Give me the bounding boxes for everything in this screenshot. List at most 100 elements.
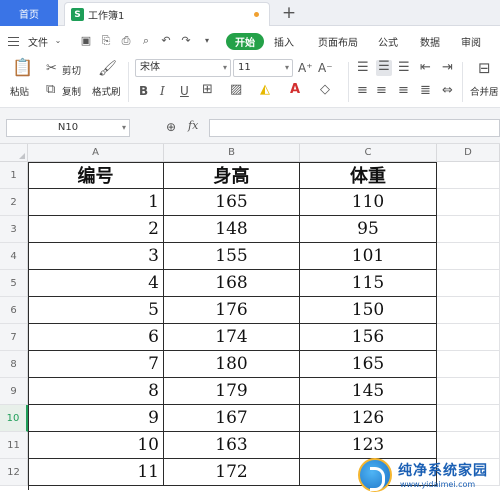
export-icon[interactable]: ⎘ [100, 35, 112, 47]
cell-style-icon[interactable]: ▨ [230, 83, 242, 97]
table-cell[interactable]: 身高 [164, 162, 300, 189]
italic-button[interactable]: I [160, 84, 165, 98]
undo-icon[interactable]: ↶ [160, 35, 172, 47]
table-cell[interactable]: 145 [300, 378, 437, 405]
quick-access-dropdown-icon[interactable]: ▾ [201, 35, 213, 47]
align-top-icon[interactable]: ☰ [357, 61, 369, 75]
table-cell[interactable]: 3 [28, 243, 164, 270]
font-name-select[interactable]: 宋体 ▾ [135, 59, 231, 77]
table-cell[interactable]: 176 [164, 297, 300, 324]
fill-color-icon[interactable]: ◭ [260, 83, 270, 97]
table-cell[interactable]: 155 [164, 243, 300, 270]
menu-review[interactable]: 审阅 [461, 26, 481, 56]
table-cell[interactable]: 8 [28, 378, 164, 405]
table-cell[interactable]: 150 [300, 297, 437, 324]
zoom-icon[interactable]: ⊕ [166, 120, 176, 134]
format-painter-button[interactable]: 格式刷 [92, 84, 121, 98]
table-cell[interactable]: 165 [164, 189, 300, 216]
row-header-11[interactable]: 11 [0, 432, 28, 459]
formula-input[interactable] [209, 119, 500, 137]
save-icon[interactable]: ▣ [80, 35, 92, 47]
row-header-10[interactable]: 10 [0, 405, 28, 432]
column-header-a[interactable]: A [28, 144, 164, 162]
table-cell[interactable]: 156 [300, 324, 437, 351]
font-color-icon[interactable]: A [290, 83, 300, 97]
table-cell[interactable]: 7 [28, 351, 164, 378]
distributed-align-icon[interactable]: ⇔ [442, 84, 453, 98]
align-center-icon[interactable]: ≡ [376, 84, 387, 98]
table-cell[interactable]: 9 [28, 405, 164, 432]
row-header-7[interactable]: 7 [0, 324, 28, 351]
empty-cell[interactable] [437, 378, 500, 405]
empty-cell[interactable] [437, 243, 500, 270]
table-cell[interactable]: 180 [164, 351, 300, 378]
table-cell[interactable]: 110 [300, 189, 437, 216]
column-header-b[interactable]: B [164, 144, 300, 162]
table-cell[interactable]: 10 [28, 432, 164, 459]
table-cell[interactable]: 体重 [300, 162, 437, 189]
table-cell[interactable]: 95 [300, 216, 437, 243]
table-cell[interactable]: 148 [164, 216, 300, 243]
table-cell[interactable]: 1 [28, 189, 164, 216]
font-grow-icon[interactable]: A⁺ [298, 61, 313, 75]
justify-icon[interactable]: ≣ [420, 84, 431, 98]
menu-file[interactable]: 文件 [28, 26, 48, 56]
empty-cell[interactable] [437, 324, 500, 351]
empty-cell[interactable] [437, 162, 500, 189]
font-shrink-icon[interactable]: A⁻ [318, 61, 333, 75]
column-header-c[interactable]: C [300, 144, 437, 162]
row-header-8[interactable]: 8 [0, 351, 28, 378]
font-size-select[interactable]: 11 ▾ [233, 59, 293, 77]
align-bottom-icon[interactable]: ☰ [398, 61, 410, 75]
row-header-9[interactable]: 9 [0, 378, 28, 405]
tab-home[interactable]: 首页 [0, 0, 58, 26]
hamburger-menu-icon[interactable] [8, 37, 19, 46]
align-right-icon[interactable]: ≡ [398, 84, 409, 98]
print-icon[interactable]: ⎙ [120, 35, 132, 47]
row-header-5[interactable]: 5 [0, 270, 28, 297]
paste-icon[interactable]: 📋 [12, 60, 33, 77]
chevron-down-icon[interactable]: ⌄ [52, 35, 64, 47]
row-header-1[interactable]: 1 [0, 162, 28, 189]
table-cell[interactable]: 167 [164, 405, 300, 432]
table-cell[interactable]: 179 [164, 378, 300, 405]
copy-icon[interactable]: ⧉ [46, 83, 55, 97]
tab-workbook[interactable]: S 工作簿1 [64, 2, 270, 26]
table-cell[interactable]: 126 [300, 405, 437, 432]
table-cell[interactable]: 11 [28, 459, 164, 486]
table-cell[interactable]: 4 [28, 270, 164, 297]
indent-increase-icon[interactable]: ⇥ [442, 61, 453, 75]
table-cell[interactable]: 115 [300, 270, 437, 297]
row-header-12[interactable]: 12 [0, 459, 28, 486]
align-left-icon[interactable]: ≡ [357, 84, 368, 98]
spreadsheet-grid[interactable]: A B C D 1 编号 身高 体重 2 1 165 110 3 2 148 95 4 3 155 101 5 4 168 1… [0, 144, 500, 497]
table-cell[interactable]: 168 [164, 270, 300, 297]
new-tab-button[interactable]: + [280, 2, 298, 24]
redo-icon[interactable]: ↷ [180, 35, 192, 47]
table-cell[interactable]: 101 [300, 243, 437, 270]
empty-cell[interactable] [437, 297, 500, 324]
menu-data[interactable]: 数据 [420, 26, 440, 56]
row-header-2[interactable]: 2 [0, 189, 28, 216]
empty-cell[interactable] [437, 216, 500, 243]
row-header-6[interactable]: 6 [0, 297, 28, 324]
empty-cell[interactable] [437, 405, 500, 432]
table-cell[interactable]: 174 [164, 324, 300, 351]
table-cell[interactable]: 165 [300, 351, 437, 378]
underline-button[interactable]: U [180, 84, 189, 98]
copy-button[interactable]: 复制 [62, 84, 81, 98]
column-header-d[interactable]: D [437, 144, 500, 162]
paste-button[interactable]: 粘贴 [10, 84, 29, 98]
empty-cell[interactable] [437, 270, 500, 297]
menu-insert[interactable]: 插入 [274, 26, 294, 56]
border-icon[interactable]: ⊞ [202, 83, 213, 97]
align-middle-icon[interactable]: ☰ [376, 60, 392, 76]
row-header-3[interactable]: 3 [0, 216, 28, 243]
indent-decrease-icon[interactable]: ⇤ [420, 61, 431, 75]
merge-cells-icon[interactable]: ⊟ [478, 61, 491, 76]
format-painter-icon[interactable]: 🖌 [98, 61, 117, 76]
menu-start[interactable]: 开始 [226, 33, 264, 50]
table-cell[interactable]: 5 [28, 297, 164, 324]
select-all-corner[interactable] [0, 144, 28, 162]
scissors-icon[interactable]: ✂ [46, 62, 57, 76]
